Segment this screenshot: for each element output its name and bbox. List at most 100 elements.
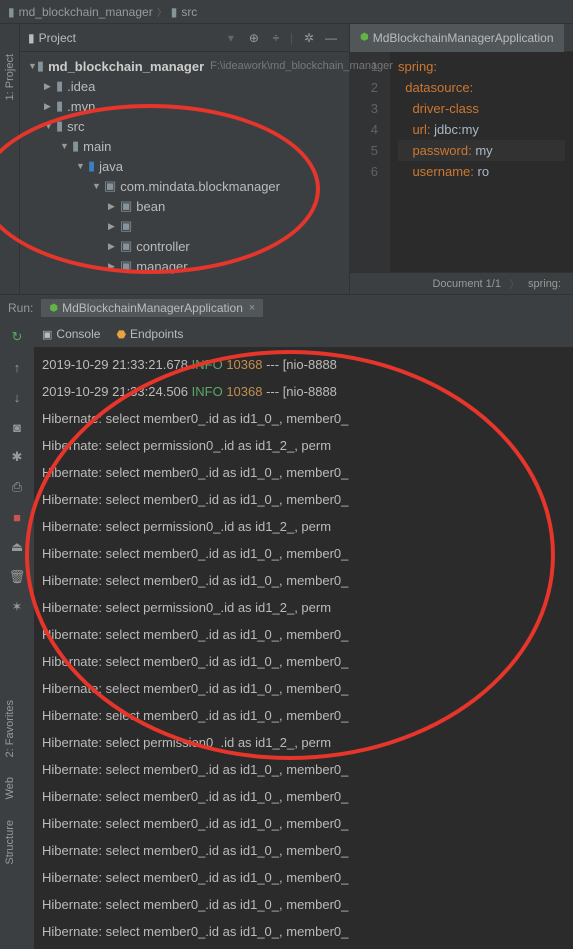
- console-line: Hibernate: select member0_.id as id1_0_,…: [42, 837, 565, 864]
- editor-tab[interactable]: ⬢ MdBlockchainManagerApplication: [350, 24, 564, 52]
- tab-project[interactable]: 1: Project: [4, 54, 16, 100]
- code-area[interactable]: spring: datasource: driver-class url: jd…: [390, 52, 573, 272]
- tab-favorites[interactable]: 2: Favorites: [4, 700, 16, 757]
- down-icon[interactable]: ↓: [7, 387, 27, 407]
- status-document: Document 1/1: [432, 278, 500, 290]
- folder-icon: ▮: [56, 98, 63, 114]
- console-line: Hibernate: select permission0_.id as id1…: [42, 729, 565, 756]
- expand-arrow-icon[interactable]: ▶: [108, 261, 120, 272]
- expand-arrow-icon[interactable]: ▼: [28, 61, 37, 71]
- tree-item-mvn[interactable]: ▶ ▮ .mvn: [20, 96, 349, 116]
- expand-arrow-icon[interactable]: ▼: [60, 141, 72, 151]
- tab-structure[interactable]: Structure: [4, 820, 16, 865]
- expand-arrow-icon[interactable]: ▼: [92, 181, 104, 191]
- tree-label: main: [83, 139, 111, 154]
- package-icon: ▣: [120, 238, 132, 254]
- tree-label: controller: [136, 239, 189, 254]
- tree-item-idea[interactable]: ▶ ▮ .idea: [20, 76, 349, 96]
- console-tab-label: Console: [56, 327, 100, 341]
- tree-item-src[interactable]: ▼ ▮ src: [20, 116, 349, 136]
- console-line: Hibernate: select member0_.id as id1_0_,…: [42, 567, 565, 594]
- yaml-key: username: [412, 164, 470, 179]
- expand-arrow-icon[interactable]: ▼: [44, 121, 56, 131]
- bottom-tool-tabs: 2: Favorites Web Structure: [0, 700, 20, 938]
- project-icon: ▮: [28, 31, 35, 45]
- status-path[interactable]: spring:: [528, 278, 561, 290]
- pin-icon[interactable]: ✶: [7, 597, 27, 617]
- console-line: Hibernate: select member0_.id as id1_0_,…: [42, 756, 565, 783]
- run-header: Run: ⬢ MdBlockchainManagerApplication ×: [0, 295, 573, 321]
- project-panel-title[interactable]: Project: [39, 31, 228, 45]
- tree-item-bean[interactable]: ▶ ▣ bean: [20, 196, 349, 216]
- yaml-key: url: [412, 122, 426, 137]
- run-tab-label: MdBlockchainManagerApplication: [62, 301, 243, 315]
- console-output[interactable]: 2019-10-29 21:33:21.678 INFO 10368 --- […: [34, 347, 573, 949]
- stop-icon[interactable]: ■: [7, 507, 27, 527]
- console-line: Hibernate: select member0_.id as id1_0_,…: [42, 864, 565, 891]
- package-icon: ▣: [104, 178, 116, 194]
- console-line: Hibernate: select member0_.id as id1_0_,…: [42, 648, 565, 675]
- tree-item-controller[interactable]: ▶ ▣ controller: [20, 236, 349, 256]
- gear-icon[interactable]: ✲: [299, 28, 319, 48]
- folder-icon: ▮: [56, 78, 63, 94]
- breadcrumb: ▮ md_blockchain_manager 〉 ▮ src: [0, 0, 573, 24]
- expand-arrow-icon[interactable]: ▶: [44, 101, 56, 112]
- left-tool-tabs: 1: Project: [0, 24, 20, 294]
- folder-icon: ▮: [72, 138, 79, 154]
- console-tabs: ▣ Console ⬣ Endpoints: [34, 321, 573, 347]
- folder-icon: ▮: [8, 5, 15, 19]
- console-tab[interactable]: ▣ Console: [42, 327, 100, 341]
- trash-icon[interactable]: 🗑: [7, 567, 27, 587]
- tree-path: F:\ideawork\md_blockchain_manager: [210, 60, 393, 72]
- print-icon[interactable]: ⎙: [7, 477, 27, 497]
- exit-icon[interactable]: ⏏: [7, 537, 27, 557]
- expand-arrow-icon[interactable]: ▶: [44, 81, 56, 92]
- console-line: Hibernate: select member0_.id as id1_0_,…: [42, 405, 565, 432]
- console-icon: ▣: [42, 328, 52, 341]
- yaml-value: ro: [478, 164, 490, 179]
- tree-item-main[interactable]: ▼ ▮ main: [20, 136, 349, 156]
- yaml-key: password: [412, 143, 468, 158]
- project-panel: ▮ Project ▾ ⊕ ÷ | ✲ — ▼ ▮ md_blockchain_…: [20, 24, 350, 294]
- tree-item-java[interactable]: ▼ ▮ java: [20, 156, 349, 176]
- console-line: Hibernate: select member0_.id as id1_0_,…: [42, 891, 565, 918]
- dropdown-icon[interactable]: ▾: [228, 31, 234, 45]
- editor-status-bar: Document 1/1 〉 spring:: [350, 272, 573, 294]
- tree-root[interactable]: ▼ ▮ md_blockchain_manager F:\ideawork\md…: [20, 56, 349, 76]
- expand-arrow-icon[interactable]: ▶: [108, 201, 120, 212]
- tree-item-hidden[interactable]: ▶ ▣: [20, 216, 349, 236]
- tree-item-package[interactable]: ▼ ▣ com.mindata.blockmanager: [20, 176, 349, 196]
- expand-arrow-icon[interactable]: ▼: [76, 161, 88, 171]
- hide-icon[interactable]: —: [321, 28, 341, 48]
- breadcrumb-src[interactable]: src: [181, 5, 197, 19]
- project-tree: ▼ ▮ md_blockchain_manager F:\ideawork\md…: [20, 52, 349, 280]
- up-icon[interactable]: ↑: [7, 357, 27, 377]
- editor-body[interactable]: 123456 spring: datasource: driver-class …: [350, 52, 573, 272]
- console-line: Hibernate: select permission0_.id as id1…: [42, 432, 565, 459]
- console-line: 2019-10-29 21:33:21.678 INFO 10368 --- […: [42, 351, 565, 378]
- folder-icon: ▮: [56, 118, 63, 134]
- rerun-icon[interactable]: ↻: [7, 327, 27, 347]
- tree-item-manager[interactable]: ▶ ▣ manager: [20, 256, 349, 276]
- endpoints-tab[interactable]: ⬣ Endpoints: [116, 327, 183, 341]
- source-folder-icon: ▮: [88, 158, 95, 174]
- console-line: Hibernate: select permission0_.id as id1…: [42, 513, 565, 540]
- close-icon[interactable]: ×: [249, 302, 255, 314]
- collapse-icon[interactable]: ÷: [266, 28, 286, 48]
- chevron-right-icon: 〉: [157, 4, 167, 19]
- tab-web[interactable]: Web: [4, 777, 16, 799]
- expand-arrow-icon[interactable]: ▶: [108, 241, 120, 252]
- debug-icon[interactable]: ✱: [7, 447, 27, 467]
- locate-icon[interactable]: ⊕: [244, 28, 264, 48]
- endpoints-tab-label: Endpoints: [130, 327, 183, 341]
- tree-label: md_blockchain_manager: [48, 59, 204, 74]
- spring-icon: ⬢: [49, 303, 58, 314]
- console-line: Hibernate: select member0_.id as id1_0_,…: [42, 540, 565, 567]
- expand-arrow-icon[interactable]: ▶: [108, 221, 120, 232]
- camera-icon[interactable]: ◙: [7, 417, 27, 437]
- console-line: 2019-10-29 21:33:24.506 INFO 10368 --- […: [42, 378, 565, 405]
- run-tab[interactable]: ⬢ MdBlockchainManagerApplication ×: [41, 299, 263, 317]
- endpoints-icon: ⬣: [116, 328, 126, 341]
- breadcrumb-root[interactable]: md_blockchain_manager: [19, 5, 153, 19]
- console-line: Hibernate: select member0_.id as id1_0_,…: [42, 810, 565, 837]
